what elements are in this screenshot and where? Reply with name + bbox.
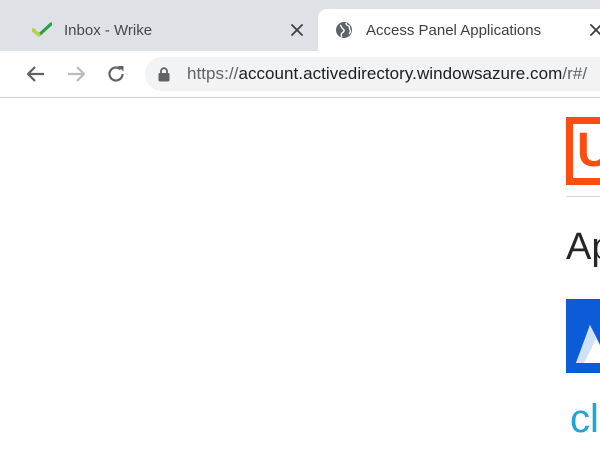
forward-arrow-icon[interactable] <box>64 62 88 86</box>
tab-title: Access Panel Applications <box>366 21 542 39</box>
back-arrow-icon[interactable] <box>24 62 48 86</box>
app-name[interactable]: cla <box>570 394 600 444</box>
wrike-checkmark-icon <box>32 20 52 40</box>
tab-access-panel-applications[interactable]: Access Panel Applications <box>318 9 600 51</box>
page-title: Ap <box>566 226 600 268</box>
reload-icon[interactable] <box>104 62 128 86</box>
close-tab-icon[interactable] <box>287 20 307 40</box>
browser-toolbar: https://account.activedirectory.windowsa… <box>0 51 600 98</box>
url-text: https://account.activedirectory.windowsa… <box>187 64 587 84</box>
brand-logo[interactable]: U <box>566 117 600 185</box>
tab-strip: Inbox - Wrike Access Panel Applications <box>0 0 600 51</box>
mountain-icon <box>576 325 600 363</box>
address-bar[interactable]: https://account.activedirectory.windowsa… <box>145 57 600 91</box>
logo-letter: U <box>577 124 600 177</box>
header-divider <box>566 196 600 197</box>
logo-inner: U <box>573 124 600 178</box>
page-content: U Ap cla <box>0 98 600 469</box>
url-path: /r#/ <box>562 64 588 83</box>
url-scheme: https:// <box>187 64 239 83</box>
lock-icon[interactable] <box>158 65 174 83</box>
app-tile[interactable] <box>566 299 600 373</box>
tab-inbox-wrike[interactable]: Inbox - Wrike <box>12 9 316 51</box>
close-tab-icon[interactable] <box>586 20 600 40</box>
globe-icon <box>334 20 354 40</box>
url-host: account.activedirectory.windowsazure.com <box>238 64 563 83</box>
tab-title: Inbox - Wrike <box>64 21 153 39</box>
